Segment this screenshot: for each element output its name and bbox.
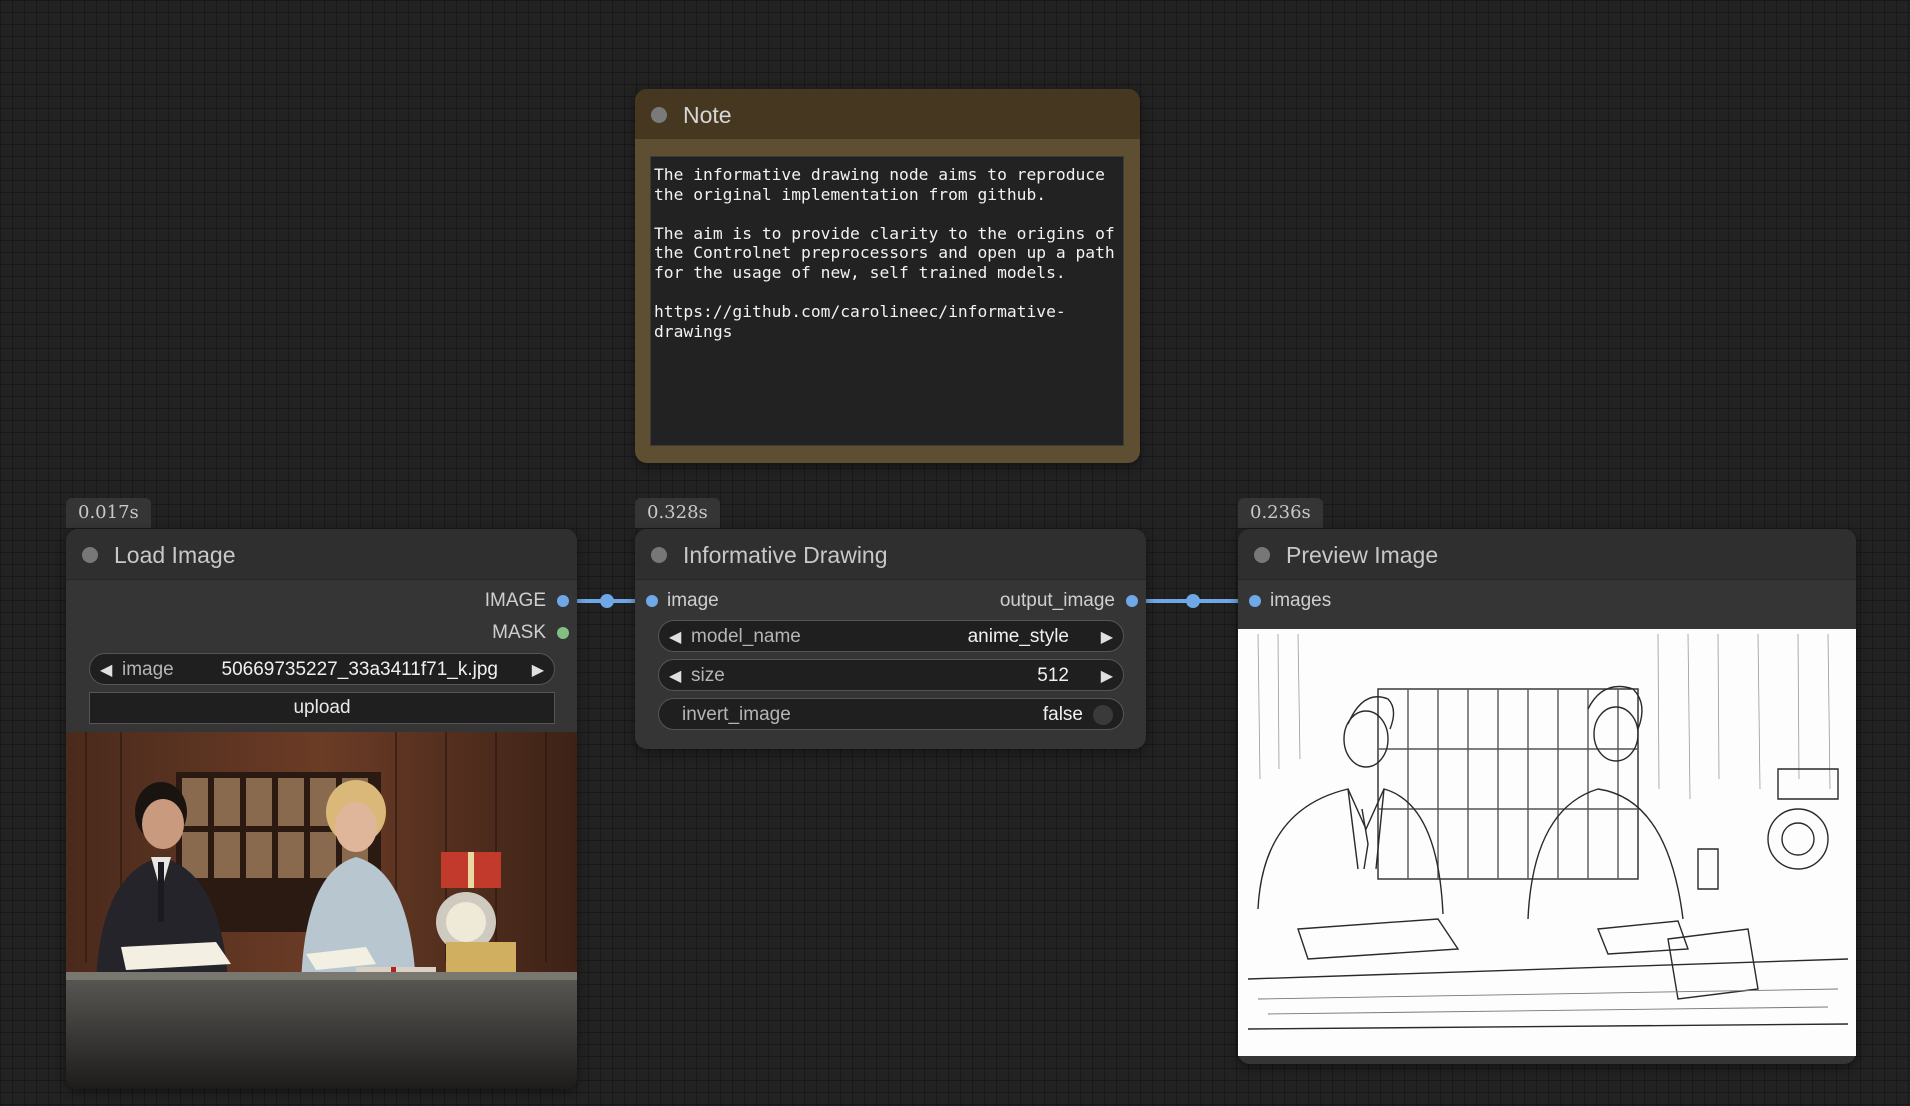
arrow-right-icon[interactable]: ▶: [1101, 666, 1113, 686]
load-image-title: Load Image: [114, 542, 236, 568]
image-widget-value: 50669735227_33a3411f71_k.jpg: [221, 659, 498, 680]
arrow-left-icon[interactable]: ◀: [669, 666, 681, 686]
invert-image-value: false: [1042, 704, 1083, 725]
model-name-value: anime_style: [967, 626, 1069, 647]
informative-drawing-node[interactable]: Informative Drawing image output_image ◀…: [635, 529, 1146, 749]
image-widget-label: image: [122, 659, 174, 680]
output-label-output-image: output_image: [999, 590, 1115, 611]
output-image-preview: [1238, 629, 1856, 1056]
output-port-image[interactable]: [557, 595, 569, 607]
informative-drawing-title: Informative Drawing: [683, 542, 888, 568]
load-image-title-bar[interactable]: Load Image: [66, 529, 577, 580]
arrow-left-icon[interactable]: ◀: [100, 660, 112, 680]
preview-image-node[interactable]: Preview Image images: [1238, 529, 1856, 1064]
timing-badge-informative-drawing: 0.328s: [635, 498, 720, 528]
informative-drawing-title-bar[interactable]: Informative Drawing: [635, 529, 1146, 580]
collapse-dot-icon[interactable]: [651, 547, 667, 563]
toggle-knob-icon[interactable]: [1093, 705, 1113, 725]
output-port-mask[interactable]: [557, 627, 569, 639]
node-graph-canvas[interactable]: Note The informative drawing node aims t…: [0, 0, 1910, 1106]
input-port-images[interactable]: [1249, 595, 1261, 607]
preview-image-title: Preview Image: [1286, 542, 1439, 568]
size-value: 512: [1037, 665, 1069, 686]
note-textarea[interactable]: The informative drawing node aims to rep…: [650, 156, 1124, 446]
note-title-bar[interactable]: Note: [635, 89, 1140, 139]
preview-image-title-bar[interactable]: Preview Image: [1238, 529, 1856, 580]
collapse-dot-icon[interactable]: [651, 107, 667, 123]
arrow-left-icon[interactable]: ◀: [669, 627, 681, 647]
timing-badge-preview-image: 0.236s: [1238, 498, 1323, 528]
model-name-combo[interactable]: ◀ model_name anime_style ▶: [658, 620, 1124, 652]
timing-badge-load-image: 0.017s: [66, 498, 151, 528]
input-label-images: images: [1270, 590, 1332, 611]
invert-image-label: invert_image: [682, 704, 791, 725]
arrow-right-icon[interactable]: ▶: [532, 660, 544, 680]
note-node[interactable]: Note The informative drawing node aims t…: [635, 89, 1140, 463]
input-label-image: image: [667, 590, 719, 611]
size-number-widget[interactable]: ◀ size 512 ▶: [658, 659, 1124, 691]
loaded-image-preview: [66, 732, 577, 1089]
invert-image-toggle[interactable]: invert_image false: [658, 698, 1124, 730]
note-title: Note: [683, 102, 732, 128]
output-label-image: IMAGE: [484, 590, 546, 611]
arrow-right-icon[interactable]: ▶: [1101, 627, 1113, 647]
upload-button[interactable]: upload: [89, 692, 555, 724]
input-port-image[interactable]: [646, 595, 658, 607]
image-combo-widget[interactable]: ◀ image 50669735227_33a3411f71_k.jpg ▶: [89, 653, 555, 685]
load-image-node[interactable]: Load Image IMAGE MASK ◀ image 5066973522…: [66, 529, 577, 1089]
link-drawing-to-preview[interactable]: [1133, 594, 1254, 608]
output-label-mask: MASK: [492, 622, 546, 643]
output-port-output-image[interactable]: [1126, 595, 1138, 607]
model-name-label: model_name: [691, 626, 801, 647]
collapse-dot-icon[interactable]: [82, 547, 98, 563]
size-label: size: [691, 665, 725, 686]
collapse-dot-icon[interactable]: [1254, 547, 1270, 563]
